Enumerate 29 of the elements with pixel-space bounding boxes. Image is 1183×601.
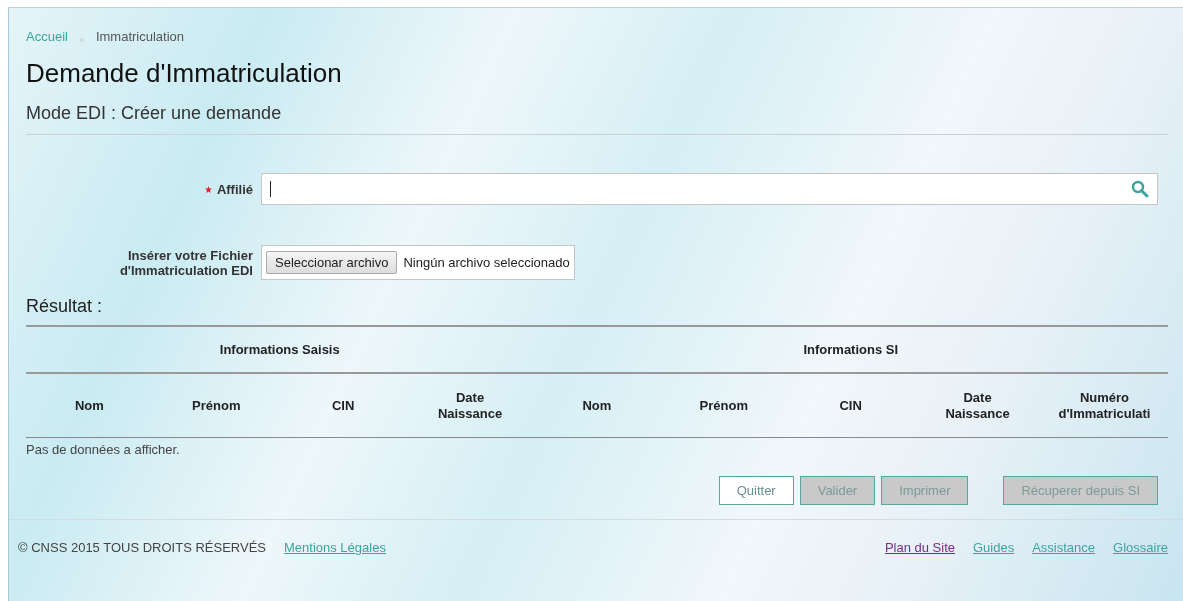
breadcrumb-item: Immatriculation: [95, 29, 185, 44]
column-header: Prénom: [152, 373, 280, 438]
column-header: Nom: [26, 373, 153, 438]
page-title: Demande d'Immatriculation: [26, 58, 343, 89]
column-header: Nom: [533, 373, 661, 438]
footer-link[interactable]: Plan du Site: [884, 540, 955, 555]
field-label: Insérer votre Fichier d'Immatriculation EDI: [118, 247, 253, 278]
column-header: Prénom: [660, 373, 788, 438]
footer-link[interactable]: Guides: [973, 540, 1015, 555]
column-header: CIN: [787, 373, 915, 438]
search-icon[interactable]: [1131, 180, 1149, 198]
affilie-field[interactable]: [261, 173, 1158, 205]
column-header: Numéro d'Immatriculati: [1041, 373, 1168, 438]
file-input[interactable]: Seleccionar archivo Ningún archivo seleccionado: [261, 245, 575, 280]
footer-link[interactable]: Glossaire: [1113, 540, 1168, 555]
field-label: Affilié: [216, 181, 253, 197]
column-header: Date Naissance: [914, 373, 1041, 438]
column-header: CIN: [279, 373, 407, 438]
footer-link[interactable]: Assistance: [1032, 540, 1096, 555]
column-header: Date Naissance: [406, 373, 534, 438]
action-button[interactable]: Quitter: [718, 476, 794, 505]
copyright: © CNSS 2015 TOUS DROITS RÉSERVÉS: [18, 540, 266, 555]
empty-message: Pas de données a afficher.: [26, 442, 181, 457]
column-group-header: Informations Saisis: [26, 326, 534, 373]
footer-link[interactable]: Mentions Légales: [284, 540, 386, 555]
section-title: Mode EDI : Créer une demande: [26, 103, 1168, 135]
column-group-header: Informations SI: [533, 326, 1168, 373]
result-title: Résultat :: [26, 296, 104, 318]
breadcrumb-item[interactable]: Accueil: [26, 29, 68, 44]
